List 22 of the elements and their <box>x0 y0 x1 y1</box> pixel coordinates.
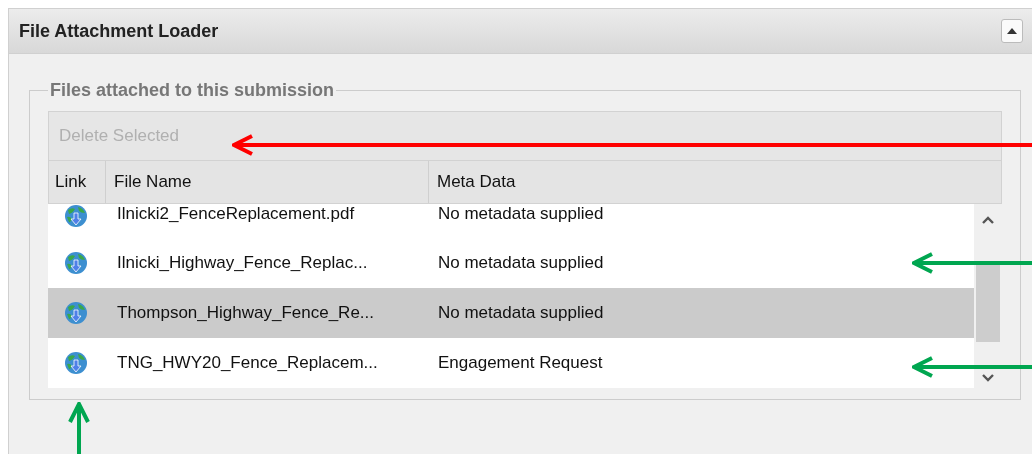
globe-download-icon[interactable] <box>64 301 88 325</box>
globe-download-icon[interactable] <box>64 204 88 228</box>
table-cell-text: Ilnicki2_FenceReplacement.pdf <box>116 204 356 224</box>
fieldset-legend: Files attached to this submission <box>48 80 337 101</box>
globe-download-icon[interactable] <box>64 251 88 275</box>
scroll-up-icon[interactable] <box>982 216 994 224</box>
table-cell-text: TNG_HWY20_Fence_Replacem... <box>116 353 379 373</box>
globe-download-icon[interactable] <box>64 351 88 375</box>
table-row[interactable]: Thompson_Highway_Fence_Re... No metadata supplied <box>48 288 974 338</box>
table-cell-text: No metadata supplied <box>437 303 605 323</box>
table-cell-text: Thompson_Highway_Fence_Re... <box>116 303 376 323</box>
caret-icon <box>1007 28 1017 34</box>
table-cell-text: No metadata supplied <box>437 253 605 273</box>
scroll-down-icon[interactable] <box>982 374 994 382</box>
table-cell-text: No metadata supplied <box>437 204 605 224</box>
table-cell-text: Engagement Request <box>437 353 604 373</box>
column-header[interactable]: Meta Data <box>429 161 1001 203</box>
table-cell-text: Ilnicki_Highway_Fence_Replac... <box>116 253 369 273</box>
panel-title: File Attachment Loader <box>19 20 220 42</box>
column-header[interactable]: File Name <box>106 161 429 203</box>
collapse-button[interactable] <box>1001 19 1023 43</box>
column-header[interactable]: Link <box>49 161 106 203</box>
